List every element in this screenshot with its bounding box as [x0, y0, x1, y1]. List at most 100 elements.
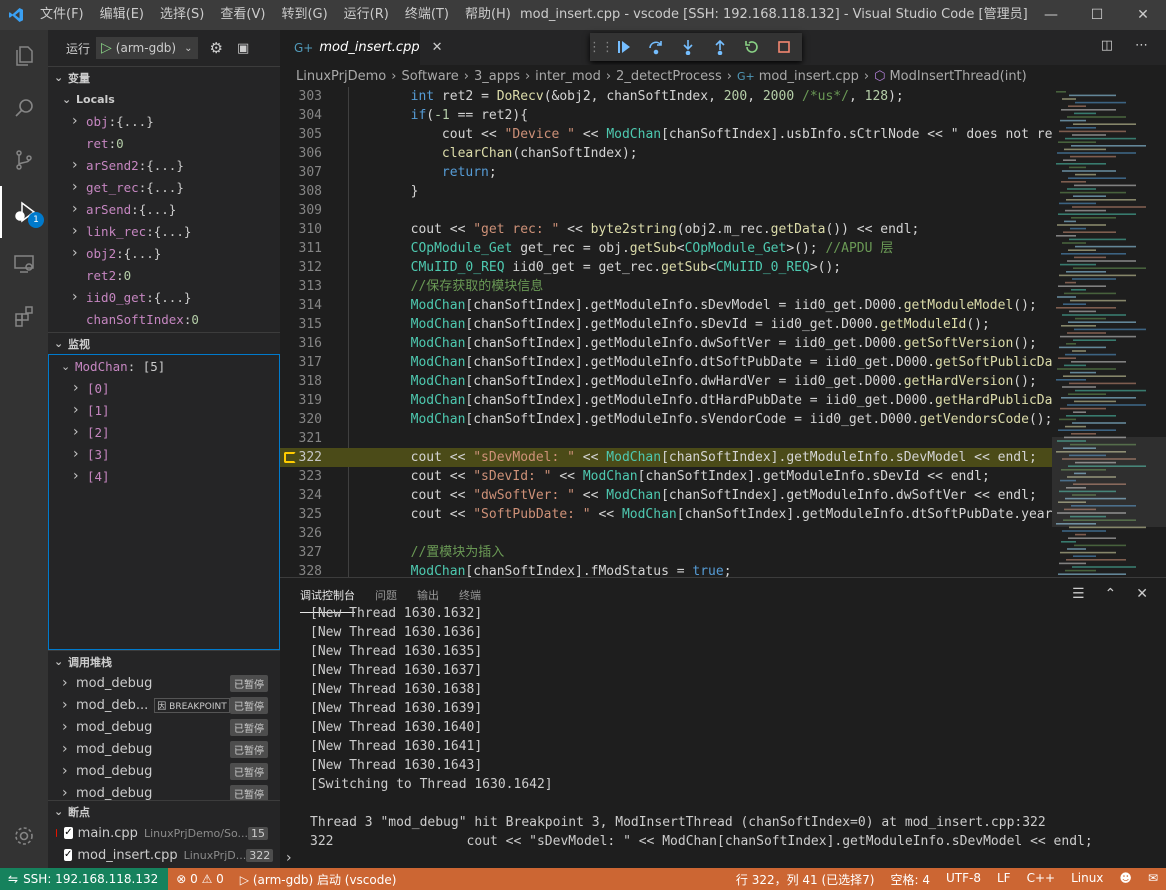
minimap-slider[interactable] — [1052, 437, 1166, 527]
close-panel-icon[interactable]: ✕ — [1136, 586, 1148, 602]
variable-item[interactable]: › obj: {...} — [48, 110, 280, 132]
remote-indicator[interactable]: ⇋ SSH: 192.168.118.132 — [0, 868, 169, 890]
callstack-item[interactable]: › mod_debug 已暂停 — [48, 782, 280, 800]
watch-child-item[interactable]: › [3] — [49, 443, 279, 465]
menu-item[interactable]: 查看(V) — [212, 0, 273, 30]
run-debug-icon[interactable]: 1 — [0, 186, 48, 238]
filter-lines-icon[interactable]: ☰ — [1072, 586, 1085, 602]
step-out-icon[interactable] — [704, 39, 736, 55]
restart-icon[interactable] — [736, 39, 768, 55]
checkbox-checked-icon[interactable]: ✓ — [64, 827, 73, 839]
problems-status[interactable]: ⊗ 0 ⚠ 0 — [168, 872, 232, 886]
callstack-item[interactable]: › mod_debug 已暂停 — [48, 760, 280, 782]
checkbox-checked-icon[interactable]: ✓ — [64, 849, 73, 861]
notifications-icon[interactable]: ✉ — [1140, 871, 1166, 888]
variables-section-header[interactable]: ⌄ 变量 — [48, 66, 280, 88]
variable-item[interactable]: › arSend2: {...} — [48, 154, 280, 176]
more-actions-icon[interactable]: ⋯ — [1135, 38, 1148, 53]
debug-console-output: [New Thread 1630.1632] [New Thread 1630.1… — [310, 604, 1160, 848]
menu-item[interactable]: 编辑(E) — [92, 0, 152, 30]
breadcrumb-item[interactable]: ModInsertThread(int) — [889, 69, 1026, 84]
breadcrumb-item[interactable]: 2_detectProcess — [616, 69, 722, 84]
callstack-item[interactable]: › mod_debug 已暂停 — [48, 716, 280, 738]
code-line: 306 clearChan(chanSoftIndex); — [280, 144, 1052, 163]
indentation-status[interactable]: 空格: 4 — [883, 871, 939, 888]
watch-section-header[interactable]: ⌄ 监视 — [48, 332, 280, 354]
variable-item[interactable]: › obj2: {...} — [48, 242, 280, 264]
breakpoint-item[interactable]: ✓ main.cpp LinuxPrjDemo/So... 15 — [48, 822, 280, 844]
close-window-button[interactable]: ✕ — [1120, 0, 1166, 30]
breadcrumb-item[interactable]: LinuxPrjDemo — [296, 69, 386, 84]
maximize-button[interactable]: ☐ — [1074, 0, 1120, 30]
menu-item[interactable]: 运行(R) — [336, 0, 397, 30]
variable-item[interactable]: › link_rec: {...} — [48, 220, 280, 242]
watch-child-item[interactable]: › [4] — [49, 465, 279, 487]
continue-icon[interactable] — [608, 39, 640, 55]
variable-item[interactable]: chanSoftIndex: 0 — [48, 308, 280, 330]
split-editor-icon[interactable]: ◫ — [1101, 38, 1113, 53]
paused-badge: 已暂停 — [230, 784, 268, 800]
eol-status[interactable]: LF — [989, 871, 1019, 888]
watch-child-item[interactable]: › [1] — [49, 399, 279, 421]
minimap-line — [1063, 375, 1126, 377]
breadcrumb-item[interactable]: Software — [401, 69, 458, 84]
menu-item[interactable]: 转到(G) — [273, 0, 335, 30]
callstack-item[interactable]: › mod_debug 已暂停 — [48, 672, 280, 694]
breadcrumb-item[interactable]: inter_mod — [535, 69, 601, 84]
start-debug-icon[interactable]: ▷ — [101, 40, 112, 56]
menu-item[interactable]: 文件(F) — [32, 0, 92, 30]
breakpoints-section-header[interactable]: ⌄ 断点 — [48, 800, 280, 822]
debug-status[interactable]: ▷ (arm-gdb) 启动 (vscode) — [232, 871, 405, 888]
cursor-position[interactable]: 行 322，列 41 (已选择7) — [728, 871, 883, 888]
minimap-line — [1074, 112, 1096, 115]
console-input[interactable]: › — [286, 850, 292, 866]
drag-handle-icon[interactable]: ⋮⋮ — [588, 40, 614, 55]
extensions-icon[interactable] — [0, 290, 48, 342]
chevron-right-icon: › — [73, 468, 79, 484]
encoding-status[interactable]: UTF-8 — [938, 871, 989, 888]
source-control-icon[interactable] — [0, 134, 48, 186]
callstack-section-header[interactable]: ⌄ 调用堆栈 — [48, 650, 280, 672]
callstack-item[interactable]: › mod_deb... 因 BREAKPOINT 已暂停 — [48, 694, 280, 716]
menu-item[interactable]: 帮助(H) — [457, 0, 519, 30]
code-editor[interactable]: 303 int ret2 = DoRecv(&obj2, chanSoftInd… — [280, 87, 1052, 577]
breakpoint-item[interactable]: ✓ mod_insert.cpp LinuxPrjD... 322 — [48, 844, 280, 866]
gear-icon[interactable]: ⚙ — [210, 39, 223, 57]
stop-icon[interactable] — [768, 39, 800, 55]
close-icon[interactable]: ✕ — [432, 40, 443, 55]
minimap-line — [1067, 548, 1086, 550]
watch-item-modchan[interactable]: ⌄ ModChan: [5] — [49, 355, 279, 377]
step-over-icon[interactable] — [640, 39, 672, 55]
thread-name: mod_deb... — [76, 697, 149, 713]
variable-item[interactable]: ret2: 0 — [48, 264, 280, 286]
breadcrumb-item[interactable]: mod_insert.cpp — [759, 69, 859, 84]
watch-child-item[interactable]: › [0] — [49, 377, 279, 399]
os-status[interactable]: Linux — [1063, 871, 1111, 888]
minimap[interactable] — [1052, 87, 1166, 629]
settings-gear-icon[interactable] — [0, 810, 48, 862]
locals-scope[interactable]: ⌄ Locals — [48, 88, 280, 110]
variable-item[interactable]: ret: 0 — [48, 132, 280, 154]
launch-config-select[interactable]: ▷ (arm-gdb) ⌄ — [96, 37, 198, 59]
tab-mod-insert[interactable]: G+ mod_insert.cpp ✕ — [280, 30, 442, 65]
step-into-icon[interactable] — [672, 39, 704, 55]
minimap-line — [1063, 231, 1116, 233]
search-icon[interactable] — [0, 82, 48, 134]
paused-badge: 已暂停 — [230, 762, 268, 780]
explorer-icon[interactable] — [0, 30, 48, 82]
menu-item[interactable]: 终端(T) — [397, 0, 457, 30]
remote-explorer-icon[interactable] — [0, 238, 48, 290]
language-status[interactable]: C++ — [1019, 871, 1064, 888]
debug-console-toggle-icon[interactable]: ▣ — [237, 41, 249, 56]
code-text: } — [348, 184, 419, 199]
menu-item[interactable]: 选择(S) — [152, 0, 212, 30]
maximize-panel-icon[interactable]: ⌃ — [1105, 586, 1117, 602]
breadcrumb-item[interactable]: 3_apps — [474, 69, 520, 84]
variable-item[interactable]: › arSend: {...} — [48, 198, 280, 220]
variable-item[interactable]: › get_rec: {...} — [48, 176, 280, 198]
callstack-item[interactable]: › mod_debug 已暂停 — [48, 738, 280, 760]
feedback-icon[interactable]: ☻ — [1111, 871, 1140, 888]
variable-item[interactable]: › iid0_get: {...} — [48, 286, 280, 308]
minimize-button[interactable]: — — [1028, 0, 1074, 30]
watch-child-item[interactable]: › [2] — [49, 421, 279, 443]
